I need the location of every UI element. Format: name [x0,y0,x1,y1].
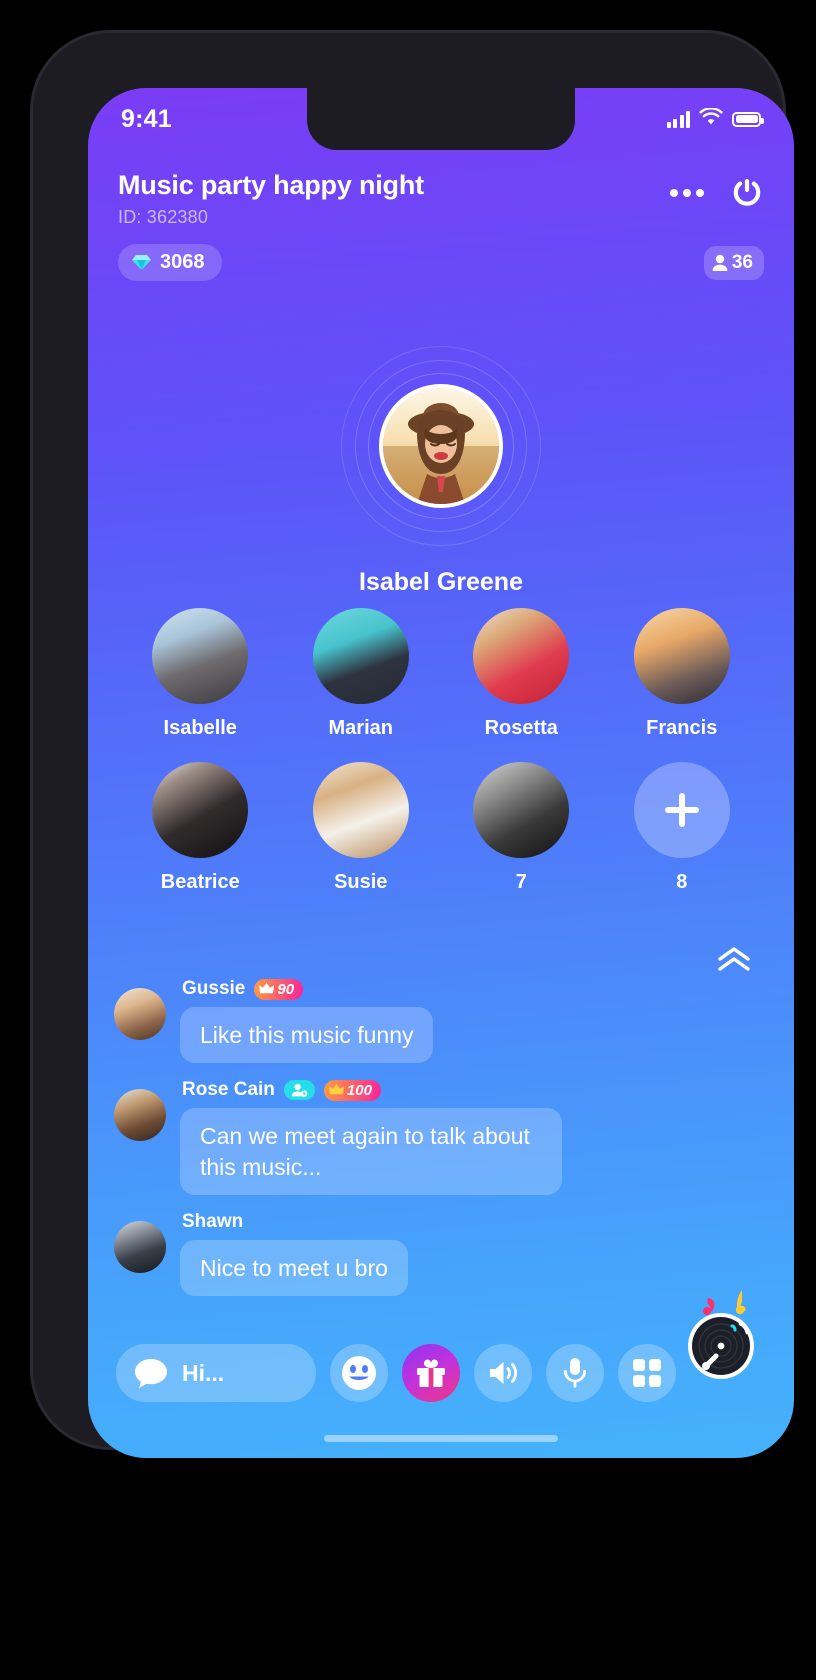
host-rings [341,346,541,546]
chat-input[interactable]: Hi... [116,1344,316,1402]
chat-username: Shawn [182,1211,244,1233]
host-avatar[interactable] [379,384,503,508]
participant-avatar [152,608,249,704]
room-id: ID: 362380 [118,207,209,227]
participant-name: Beatrice [160,871,240,893]
wifi-icon [699,106,723,131]
status-time: 9:41 [121,104,172,133]
power-off-icon[interactable] [730,176,764,210]
crown-icon [259,983,275,994]
mic-button[interactable] [546,1344,604,1402]
gems-badge[interactable]: 3068 [118,244,222,281]
participant-cell-8-empty[interactable]: 8 [602,762,763,894]
speaker-volume-icon [487,1358,519,1388]
viewers-badge[interactable]: 36 [703,245,764,280]
avatar[interactable] [114,1221,166,1274]
participant-name: Susie [334,871,388,893]
chat-input-placeholder: Hi... [182,1359,225,1386]
participant-cell-3[interactable]: Rosetta [441,608,602,740]
level-badge: 90 [254,978,304,1000]
diamond-icon [131,254,152,271]
participant-name: Isabelle [163,717,237,739]
chat-bubble-icon [134,1358,168,1389]
participant-avatar [473,762,570,858]
moderator-badge [283,1080,315,1101]
participant-name: Marian [328,717,393,739]
chevron-double-up-icon[interactable] [716,946,752,972]
chat-message: Rose Cain 100 Can we meet again to talk … [114,1079,768,1196]
page-title: Music party happy night [118,170,424,200]
smiley-face-icon [340,1354,378,1392]
phone-screen: 9:41 Music party happy night ID: 362380 … [88,88,794,1458]
moderator-person-gear-icon [291,1084,308,1098]
level-badge-value: 90 [277,980,295,998]
bottom-action-bar: Hi... [88,1344,794,1402]
participant-cell-2[interactable]: Marian [281,608,442,740]
emoji-button[interactable] [330,1344,388,1402]
participant-name: Francis [646,717,718,739]
avatar[interactable] [114,1089,166,1142]
chat-bubble: Nice to meet u bro [180,1240,408,1297]
status-bar: 9:41 [88,88,794,150]
level-badge: 100 [323,1079,381,1101]
chat-list[interactable]: Gussie 90 Like this music funny Rose Cai… [114,978,768,1312]
participant-name: 7 [515,871,527,893]
screenshot-root: 9:41 Music party happy night ID: 362380 … [0,0,816,1680]
participant-cell-5[interactable]: Beatrice [120,762,281,894]
more-options-icon[interactable] [670,189,704,197]
gift-box-icon [415,1357,447,1389]
apps-button[interactable] [618,1344,676,1402]
chat-username: Rose Cain [182,1079,275,1101]
plus-icon [664,793,699,827]
participant-avatar [473,608,570,704]
participant-avatar [312,762,409,858]
crown-icon [328,1084,344,1095]
person-icon [712,254,728,272]
grid-apps-icon [633,1359,661,1387]
participant-avatar [312,608,409,704]
level-badge-value: 100 [346,1081,372,1099]
chat-bubble: Like this music funny [180,1007,434,1064]
speaker-button[interactable] [474,1344,532,1402]
phone-frame: 9:41 Music party happy night ID: 362380 … [33,33,794,1458]
participant-name: Rosetta [484,717,558,739]
participant-cell-1[interactable]: Isabelle [120,608,281,740]
home-indicator [324,1435,558,1442]
chat-bubble: Can we meet again to talk about this mus… [180,1108,562,1196]
avatar[interactable] [114,988,166,1040]
participant-cell-6[interactable]: Susie [281,762,442,894]
add-seat-button[interactable] [633,762,730,858]
participant-avatar [152,762,249,858]
microphone-icon [562,1357,588,1389]
viewers-count: 36 [731,251,753,273]
status-icons [666,106,764,131]
gift-button[interactable] [402,1344,460,1402]
host-section: Isabel Greene [88,346,794,597]
participant-cell-7[interactable]: 7 [441,762,602,894]
host-name: Isabel Greene [359,568,523,596]
participant-avatar [633,608,730,704]
battery-full-icon [732,111,764,127]
cellular-signal-icon [666,110,690,128]
participant-cell-4[interactable]: Francis [602,608,763,740]
room-header: Music party happy night ID: 362380 3068 … [88,170,794,281]
gems-count: 3068 [160,251,205,273]
chat-message: Gussie 90 Like this music funny [114,978,768,1064]
participants-grid: Isabelle Marian Rosetta Francis Beatrice [88,608,794,894]
chat-message: Shawn Nice to meet u bro [114,1211,768,1297]
chat-username: Gussie [182,978,246,999]
participant-name: 8 [676,871,688,893]
